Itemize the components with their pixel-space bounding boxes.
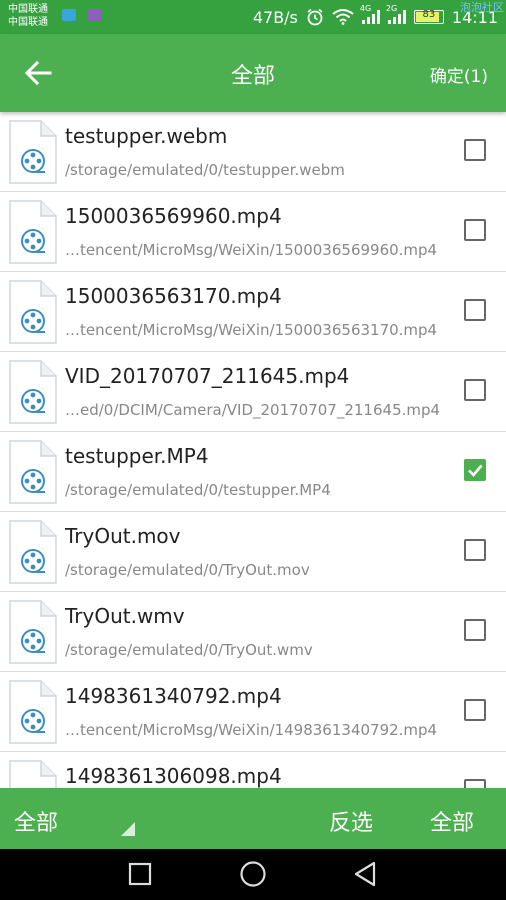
signal-2-icon: 2G	[386, 4, 406, 24]
home-icon[interactable]	[239, 861, 267, 889]
confirm-button[interactable]: 确定(1)	[430, 62, 488, 87]
carrier-2: 中国联通	[8, 17, 48, 28]
list-item[interactable]: 1500036569960.mp4 …tencent/MicroMsg/WeiX…	[0, 192, 506, 272]
file-path: …tencent/MicroMsg/WeiXin/1500036563170.m…	[65, 321, 438, 339]
file-name: TryOut.wmv	[65, 604, 185, 628]
list-item[interactable]: TryOut.mov /storage/emulated/0/TryOut.mo…	[0, 512, 506, 592]
alarm-icon	[307, 8, 323, 26]
file-path: /storage/emulated/0/TryOut.wmv	[65, 641, 313, 659]
video-file-icon	[9, 680, 57, 744]
system-nav-bar	[0, 849, 506, 900]
list-item[interactable]: testupper.webm /storage/emulated/0/testu…	[0, 112, 506, 192]
video-file-icon	[9, 200, 57, 264]
bottom-action-bar: 全部 反选 全部	[0, 788, 506, 849]
file-name: 1500036569960.mp4	[65, 204, 282, 228]
list-item[interactable]: VID_20170707_211645.mp4 …ed/0/DCIM/Camer…	[0, 352, 506, 432]
wifi-icon	[332, 9, 354, 25]
list-item[interactable]: 1498361340792.mp4 …tencent/MicroMsg/WeiX…	[0, 672, 506, 752]
signal-1-icon: 4G	[360, 4, 380, 24]
video-file-icon	[9, 120, 57, 184]
file-path: /storage/emulated/0/TryOut.mov	[65, 561, 310, 579]
video-file-icon	[9, 760, 57, 788]
video-file-icon	[9, 520, 57, 584]
checkmark-icon	[468, 464, 483, 477]
app-bar: 全部 确定(1)	[0, 34, 506, 112]
list-item[interactable]: testupper.MP4 /storage/emulated/0/testup…	[0, 432, 506, 512]
file-name: testupper.MP4	[65, 444, 209, 468]
select-checkbox[interactable]	[464, 139, 486, 161]
battery-level: 83	[422, 9, 436, 20]
carrier-info: 中国联通 中国联通	[8, 3, 48, 29]
select-checkbox[interactable]	[464, 699, 486, 721]
select-all-button[interactable]: 全部	[430, 805, 474, 837]
file-list: testupper.webm /storage/emulated/0/testu…	[0, 112, 506, 788]
file-name: 1498361306098.mp4	[65, 764, 282, 788]
file-path: …tencent/MicroMsg/WeiXin/1498361340792.m…	[65, 721, 438, 739]
back-nav-icon[interactable]	[352, 861, 378, 887]
signal-2-tag: 2G	[385, 4, 398, 13]
file-name: TryOut.mov	[65, 524, 181, 548]
select-checkbox[interactable]	[464, 299, 486, 321]
list-item[interactable]: 1500036563170.mp4 …tencent/MicroMsg/WeiX…	[0, 272, 506, 352]
video-file-icon	[9, 360, 57, 424]
file-path: /storage/emulated/0/testupper.webm	[65, 161, 345, 179]
select-checkbox[interactable]	[464, 539, 486, 561]
notification-app-icon	[62, 9, 76, 21]
file-name: 1500036563170.mp4	[65, 284, 282, 308]
recent-apps-icon[interactable]	[127, 861, 153, 887]
select-checkbox[interactable]	[464, 219, 486, 241]
file-path: …ed/0/DCIM/Camera/VID_20170707_211645.mp…	[65, 401, 441, 419]
select-checkbox[interactable]	[464, 619, 486, 641]
watermark: 泡泡社区	[460, 1, 504, 14]
file-path: /storage/emulated/0/testupper.MP4	[65, 481, 331, 499]
dropdown-indicator-icon[interactable]	[121, 822, 135, 836]
file-name: testupper.webm	[65, 124, 228, 148]
video-file-icon	[9, 600, 57, 664]
signal-1-tag: 4G	[359, 4, 372, 13]
carrier-1: 中国联通	[8, 4, 48, 15]
status-bar: 中国联通 中国联通 47B/s 4G 2G 83 14:11 泡泡社区	[0, 0, 506, 34]
select-checkbox[interactable]	[464, 779, 486, 788]
select-checkbox-checked[interactable]	[464, 459, 486, 481]
filter-dropdown[interactable]: 全部	[14, 805, 58, 837]
notification-gallery-icon	[87, 9, 101, 21]
battery-icon: 83	[413, 9, 444, 24]
select-checkbox[interactable]	[464, 379, 486, 401]
video-file-icon	[9, 440, 57, 504]
file-name: VID_20170707_211645.mp4	[65, 364, 350, 388]
video-file-icon	[9, 280, 57, 344]
net-speed: 47B/s	[252, 7, 298, 27]
list-item[interactable]: TryOut.wmv /storage/emulated/0/TryOut.wm…	[0, 592, 506, 672]
file-name: 1498361340792.mp4	[65, 684, 282, 708]
file-path: …tencent/MicroMsg/WeiXin/1500036569960.m…	[65, 241, 438, 259]
invert-selection-button[interactable]: 反选	[329, 805, 373, 837]
list-item[interactable]: 1498361306098.mp4	[0, 752, 506, 788]
